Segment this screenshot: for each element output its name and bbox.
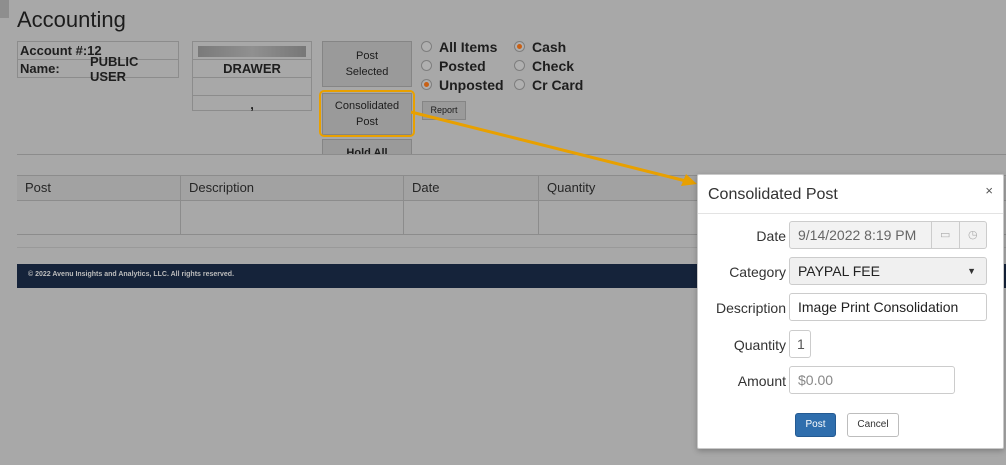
chevron-down-icon: ▼ xyxy=(967,266,976,276)
quantity-row: Quantity 1 xyxy=(698,330,1003,358)
amount-label: Amount xyxy=(737,373,786,389)
dialog-title: Consolidated Post xyxy=(708,186,838,203)
date-picker-controls: ▭ ◷ xyxy=(931,222,986,248)
date-value: 9/14/2022 8:19 PM xyxy=(798,227,917,243)
date-field[interactable]: 9/14/2022 8:19 PM ▭ ◷ xyxy=(789,221,987,249)
close-icon[interactable]: × xyxy=(985,183,993,198)
description-row: Description Image Print Consolidation xyxy=(698,293,1003,321)
post-button[interactable]: Post xyxy=(795,413,836,437)
category-value: PAYPAL FEE xyxy=(798,263,880,279)
date-row: Date 9/14/2022 8:19 PM ▭ ◷ xyxy=(698,221,1003,249)
category-row: Category PAYPAL FEE ▼ xyxy=(698,257,1003,285)
amount-row: Amount $0.00 xyxy=(698,366,1003,394)
category-label: Category xyxy=(729,264,786,280)
calendar-icon[interactable]: ▭ xyxy=(932,222,959,248)
dialog-header: Consolidated Post × xyxy=(698,175,1003,214)
quantity-input[interactable]: 1 xyxy=(789,330,811,358)
description-input[interactable]: Image Print Consolidation xyxy=(789,293,987,321)
amount-input[interactable]: $0.00 xyxy=(789,366,955,394)
cancel-button[interactable]: Cancel xyxy=(847,413,899,437)
clock-icon[interactable]: ◷ xyxy=(958,222,987,248)
consolidated-post-dialog: Consolidated Post × Date 9/14/2022 8:19 … xyxy=(697,174,1004,449)
category-select[interactable]: PAYPAL FEE ▼ xyxy=(789,257,987,285)
date-label: Date xyxy=(756,228,786,244)
quantity-label: Quantity xyxy=(733,337,786,353)
description-label: Description xyxy=(715,300,786,316)
